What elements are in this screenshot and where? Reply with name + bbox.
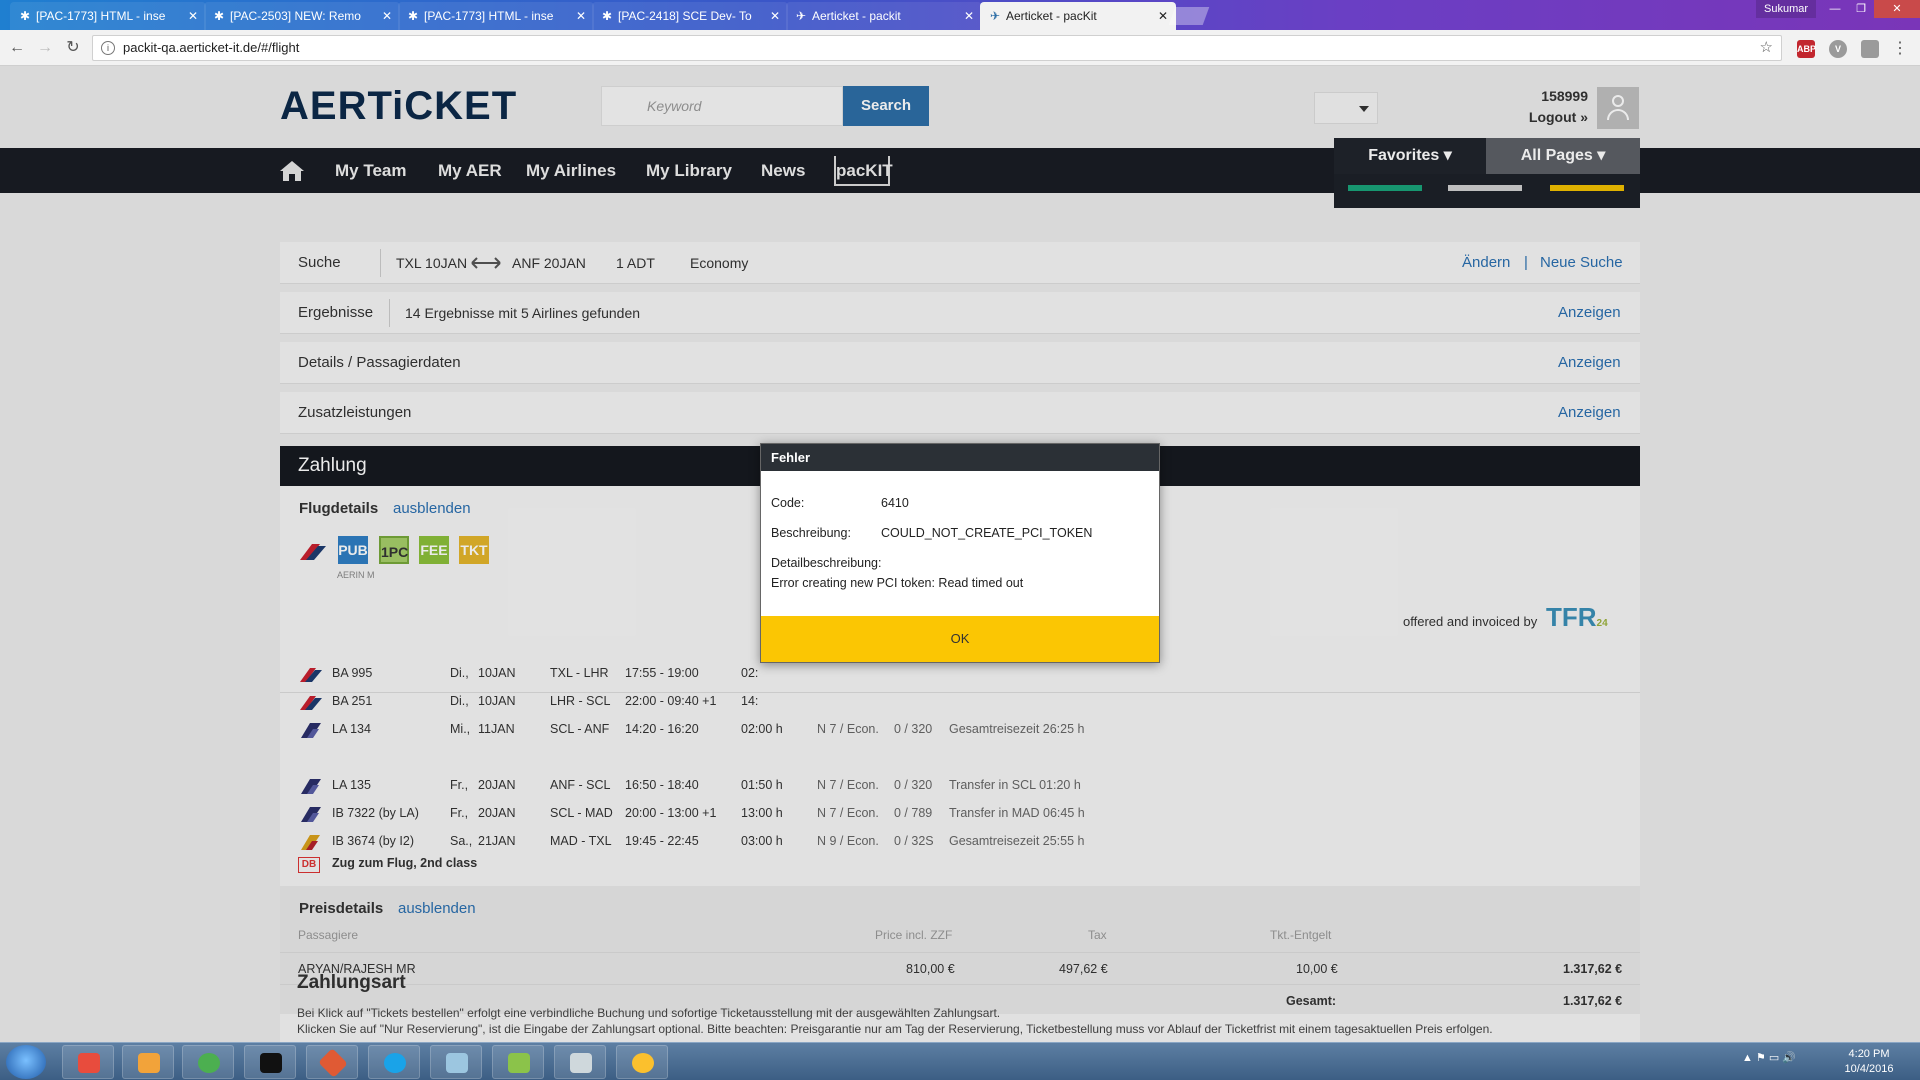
editor-icon[interactable] (492, 1045, 544, 1079)
browser-menu-icon[interactable]: ⋮ (1892, 38, 1908, 58)
bookmark-star-icon[interactable]: ☆ (1760, 36, 1773, 60)
apps-icon[interactable] (62, 1045, 114, 1079)
chrome-icon[interactable] (182, 1045, 234, 1079)
back-arrow-icon[interactable]: ← (6, 37, 28, 59)
close-icon[interactable]: ✕ (1158, 2, 1168, 30)
close-icon[interactable]: ✕ (188, 2, 198, 30)
code-label: Code: (771, 496, 805, 510)
git-icon[interactable] (306, 1045, 358, 1079)
aerticket-icon: ✈ (795, 9, 807, 23)
error-detail: Error creating new PCI token: Read timed… (771, 576, 1024, 590)
tab-label: [PAC-1773] HTML - inse (424, 9, 554, 23)
browser-tabstrip: ✱ [PAC-1773] HTML - inse ✕ ✱ [PAC-2503] … (0, 0, 1920, 30)
ok-button[interactable]: OK (761, 616, 1159, 662)
jira-icon: ✱ (601, 9, 613, 23)
browser-tab[interactable]: ✱ [PAC-1773] HTML - inse ✕ (10, 2, 206, 30)
browser-tab[interactable]: ✱ [PAC-2418] SCE Dev- To ✕ (592, 2, 788, 30)
taskbar: ▲ ⚑ ▭ 🔊 4:20 PM 10/4/2016 (0, 1042, 1920, 1080)
info-icon[interactable]: i (101, 41, 115, 55)
clock[interactable]: 4:20 PM 10/4/2016 (1830, 1047, 1908, 1077)
forward-arrow-icon[interactable]: → (34, 37, 56, 59)
close-icon[interactable]: ✕ (964, 2, 974, 30)
close-icon[interactable]: ✕ (382, 2, 392, 30)
detail-label: Detailbeschreibung: (771, 556, 882, 570)
tab-label: Aerticket - packit (812, 9, 901, 23)
url-text: packit-qa.aerticket-it.de/#/flight (123, 40, 300, 55)
skype-icon[interactable] (368, 1045, 420, 1079)
browser-tab-active[interactable]: ✈ Aerticket - pacKit ✕ (980, 2, 1176, 30)
minimize-icon[interactable]: — (1822, 0, 1848, 18)
window-close-icon[interactable]: ✕ (1874, 0, 1920, 18)
windows-start-icon[interactable] (6, 1045, 46, 1079)
clock-time: 4:20 PM (1848, 1048, 1890, 1060)
restore-icon[interactable]: ❐ (1848, 0, 1874, 18)
window-user: Sukumar (1756, 0, 1817, 18)
tab-label: [PAC-2503] NEW: Remo (230, 9, 361, 23)
clock-date: 10/4/2016 (1844, 1063, 1894, 1075)
adblock-icon[interactable]: ABP (1797, 40, 1816, 58)
new-tab-button[interactable] (1168, 7, 1210, 25)
vpn-extension-icon[interactable]: V (1829, 40, 1847, 58)
extension-icon[interactable] (1861, 40, 1879, 58)
media-player-icon[interactable] (122, 1045, 174, 1079)
tab-label: [PAC-1773] HTML - inse (36, 9, 166, 23)
dialog-title: Fehler (761, 444, 1159, 471)
browser-tab[interactable]: ✱ [PAC-1773] HTML - inse ✕ (398, 2, 594, 30)
jira-icon: ✱ (407, 9, 419, 23)
notepad-icon[interactable] (430, 1045, 482, 1079)
address-bar: ← → ↻ i packit-qa.aerticket-it.de/#/flig… (0, 30, 1920, 66)
chrome-icon[interactable] (616, 1045, 668, 1079)
jira-icon: ✱ (213, 9, 225, 23)
error-dialog: Fehler Code: 6410 Beschreibung: COULD_NO… (760, 443, 1160, 663)
error-description: COULD_NOT_CREATE_PCI_TOKEN (881, 526, 1093, 540)
reload-icon[interactable]: ↻ (62, 37, 84, 59)
virtualbox-icon[interactable] (554, 1045, 606, 1079)
browser-tab[interactable]: ✈ Aerticket - packit ✕ (786, 2, 982, 30)
close-icon[interactable]: ✕ (576, 2, 586, 30)
aerticket-icon: ✈ (989, 9, 1001, 23)
tab-label: Aerticket - pacKit (1006, 9, 1097, 23)
url-input[interactable]: i packit-qa.aerticket-it.de/#/flight ☆ (92, 35, 1782, 61)
system-tray-icons[interactable]: ▲ ⚑ ▭ 🔊 (1742, 1051, 1796, 1064)
jira-icon: ✱ (19, 9, 31, 23)
tab-label: [PAC-2418] SCE Dev- To (618, 9, 752, 23)
error-code: 6410 (881, 496, 909, 510)
close-icon[interactable]: ✕ (770, 2, 780, 30)
description-label: Beschreibung: (771, 526, 851, 540)
terminal-icon[interactable] (244, 1045, 296, 1079)
browser-tab[interactable]: ✱ [PAC-2503] NEW: Remo ✕ (204, 2, 400, 30)
